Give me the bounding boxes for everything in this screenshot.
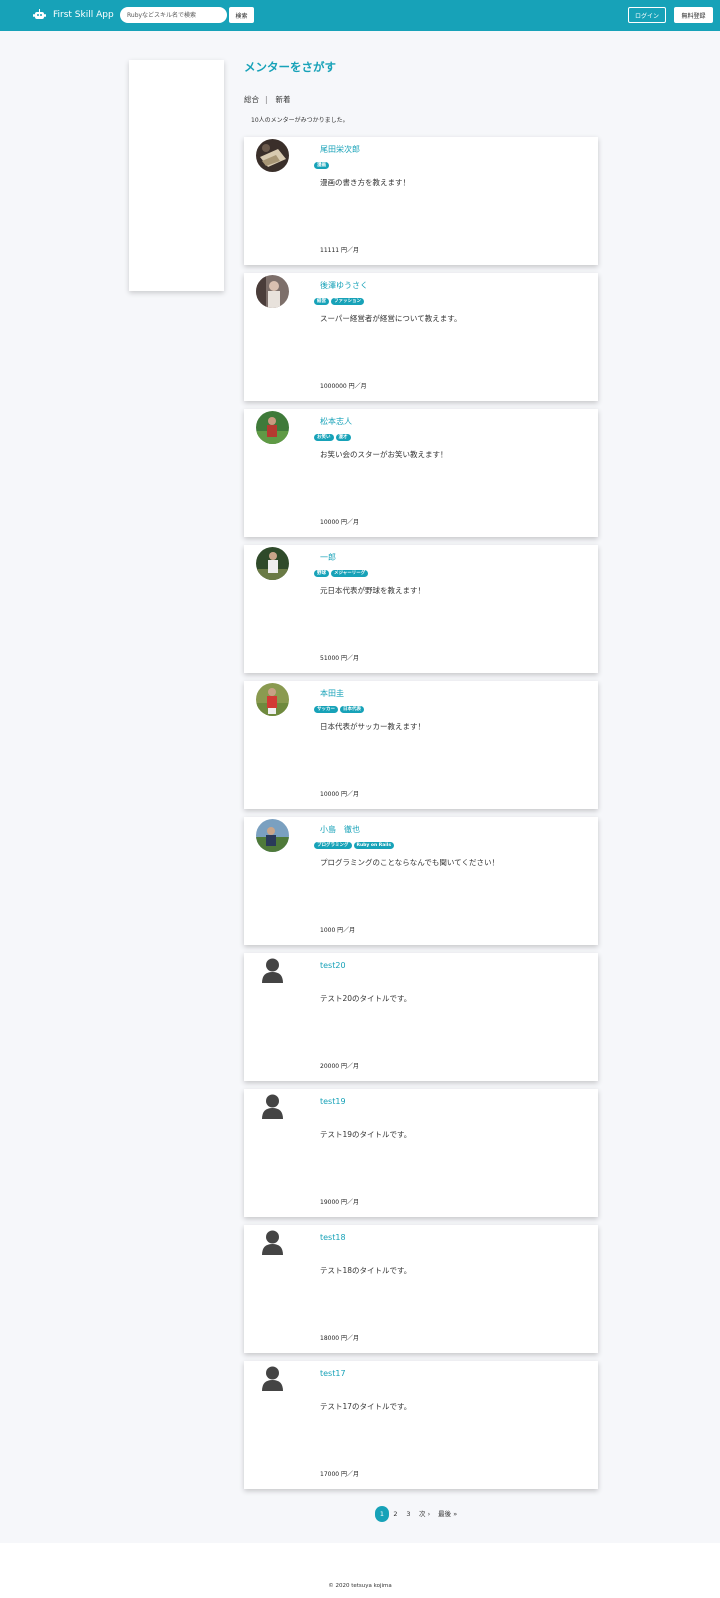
mentor-name[interactable]: 本田圭 bbox=[320, 688, 344, 699]
mentor-card[interactable]: test20 テスト20のタイトルです。 20000 円／月 bbox=[244, 953, 598, 1081]
default-user-icon[interactable] bbox=[262, 1094, 283, 1119]
mentor-title: 漫画の書き方を教えます！ bbox=[320, 178, 410, 187]
tag-list: お笑い 漫才 bbox=[314, 434, 351, 441]
skill-tag[interactable]: メジャーリーグ bbox=[331, 570, 369, 577]
sort-separator: | bbox=[265, 95, 268, 104]
mentor-avatar[interactable] bbox=[256, 275, 289, 308]
mentor-name[interactable]: 小島 徹也 bbox=[320, 824, 360, 835]
mentor-title: 元日本代表が野球を教えます！ bbox=[320, 586, 425, 595]
page-link-1[interactable]: 1 bbox=[375, 1506, 389, 1522]
skill-tag[interactable]: サッカー bbox=[314, 706, 338, 713]
mentor-title: テスト20のタイトルです。 bbox=[320, 994, 412, 1003]
mentor-price: 1000000 円／月 bbox=[320, 383, 367, 390]
sort-tab-new[interactable]: 新着 bbox=[276, 95, 291, 105]
mentor-card[interactable]: 本田圭 サッカー 日本代表 日本代表がサッカー教えます！ 10000 円／月 bbox=[244, 681, 598, 809]
copyright-text: © 2020 tetsuya kojima bbox=[328, 1583, 392, 1589]
skill-tag[interactable]: Ruby on Rails bbox=[353, 842, 395, 849]
mentor-title: 日本代表がサッカー教えます！ bbox=[320, 722, 425, 731]
mentor-name[interactable]: 松本志人 bbox=[320, 416, 352, 427]
mentor-card[interactable]: 尾田栄次郎 漫画 漫画の書き方を教えます！ 11111 円／月 bbox=[244, 137, 598, 265]
mentor-price: 19000 円／月 bbox=[320, 1199, 359, 1206]
mentor-name[interactable]: test20 bbox=[320, 960, 346, 971]
mentor-card[interactable]: 小島 徹也 プログラミング Ruby on Rails プログラミングのことなら… bbox=[244, 817, 598, 945]
mentor-title: テスト17のタイトルです。 bbox=[320, 1402, 412, 1411]
mentor-name[interactable]: test19 bbox=[320, 1096, 346, 1107]
mentor-price: 18000 円／月 bbox=[320, 1335, 359, 1342]
mentor-price: 51000 円／月 bbox=[320, 655, 359, 662]
mentor-title: お笑い会のスターがお笑い教えます！ bbox=[320, 450, 448, 459]
skill-tag[interactable]: 漫才 bbox=[335, 434, 351, 441]
skill-tag[interactable]: プログラミング bbox=[314, 842, 352, 849]
mentor-name[interactable]: test17 bbox=[320, 1368, 346, 1379]
default-user-icon[interactable] bbox=[262, 958, 283, 983]
mentor-card[interactable]: test19 テスト19のタイトルです。 19000 円／月 bbox=[244, 1089, 598, 1217]
signup-button[interactable]: 無料登録 bbox=[674, 7, 713, 23]
skill-tag[interactable]: 経営 bbox=[314, 298, 329, 305]
top-navbar: First Skill App 検索 ログイン 無料登録 bbox=[0, 0, 720, 31]
mentor-price: 11111 円／月 bbox=[320, 247, 359, 254]
sort-tabs: 総合 | 新着 bbox=[244, 95, 291, 105]
skill-tag[interactable]: 漫画 bbox=[314, 162, 329, 169]
tag-list: 野球 メジャーリーグ bbox=[314, 570, 369, 577]
mentor-card[interactable]: test17 テスト17のタイトルです。 17000 円／月 bbox=[244, 1361, 598, 1489]
mentor-card[interactable]: 松本志人 お笑い 漫才 お笑い会のスターがお笑い教えます！ 10000 円／月 bbox=[244, 409, 598, 537]
mentor-avatar[interactable] bbox=[256, 411, 289, 444]
mentor-price: 1000 円／月 bbox=[320, 927, 356, 934]
tag-list: サッカー 日本代表 bbox=[314, 706, 364, 713]
last-page-link[interactable]: 最後 » bbox=[434, 1506, 461, 1522]
mentor-name[interactable]: 尾田栄次郎 bbox=[320, 144, 360, 155]
mentor-price: 10000 円／月 bbox=[320, 791, 359, 798]
mentor-card[interactable]: 後澤ゆうさく 経営 ファッション スーパー経営者が経営について教えます。 100… bbox=[244, 273, 598, 401]
robot-logo-icon[interactable] bbox=[33, 9, 46, 21]
mentor-price: 20000 円／月 bbox=[320, 1063, 359, 1070]
sort-tab-overall[interactable]: 総合 bbox=[244, 95, 259, 105]
sidebar-panel bbox=[129, 60, 224, 291]
login-button[interactable]: ログイン bbox=[628, 7, 666, 23]
mentor-name[interactable]: 一郎 bbox=[320, 552, 336, 563]
next-page-link[interactable]: 次 › bbox=[415, 1506, 434, 1522]
mentor-card[interactable]: test18 テスト18のタイトルです。 18000 円／月 bbox=[244, 1225, 598, 1353]
mentor-price: 17000 円／月 bbox=[320, 1471, 359, 1478]
mentor-avatar[interactable] bbox=[256, 547, 289, 580]
mentor-avatar[interactable] bbox=[256, 139, 289, 172]
page-title: メンターをさがす bbox=[244, 60, 336, 74]
page-link-2[interactable]: 2 bbox=[389, 1506, 402, 1522]
skill-tag[interactable]: お笑い bbox=[314, 434, 334, 441]
tag-list: 経営 ファッション bbox=[314, 298, 364, 305]
skill-tag[interactable]: 野球 bbox=[314, 570, 329, 577]
results-count: 10人のメンターがみつかりました。 bbox=[251, 117, 349, 124]
mentor-name[interactable]: 後澤ゆうさく bbox=[320, 280, 368, 291]
tag-list: プログラミング Ruby on Rails bbox=[314, 842, 395, 849]
mentor-title: テスト18のタイトルです。 bbox=[320, 1266, 412, 1275]
mentor-title: テスト19のタイトルです。 bbox=[320, 1130, 412, 1139]
skill-tag[interactable]: 日本代表 bbox=[340, 706, 364, 713]
default-user-icon[interactable] bbox=[262, 1366, 283, 1391]
mentor-avatar[interactable] bbox=[256, 683, 289, 716]
mentor-price: 10000 円／月 bbox=[320, 519, 359, 526]
tag-list: 漫画 bbox=[314, 162, 329, 169]
mentor-title: プログラミングのことならなんでも聞いてください！ bbox=[320, 858, 499, 867]
mentor-name[interactable]: test18 bbox=[320, 1232, 346, 1243]
mentor-card[interactable]: 一郎 野球 メジャーリーグ 元日本代表が野球を教えます！ 51000 円／月 bbox=[244, 545, 598, 673]
pagination: 1 2 3 次 › 最後 » bbox=[375, 1506, 461, 1522]
skill-tag[interactable]: ファッション bbox=[331, 298, 364, 305]
search-button[interactable]: 検索 bbox=[229, 7, 254, 23]
mentor-title: スーパー経営者が経営について教えます。 bbox=[320, 314, 462, 323]
page-link-3[interactable]: 3 bbox=[402, 1506, 415, 1522]
app-title[interactable]: First Skill App bbox=[53, 8, 114, 22]
search-input[interactable] bbox=[120, 7, 227, 23]
mentor-avatar[interactable] bbox=[256, 819, 289, 852]
default-user-icon[interactable] bbox=[262, 1230, 283, 1255]
